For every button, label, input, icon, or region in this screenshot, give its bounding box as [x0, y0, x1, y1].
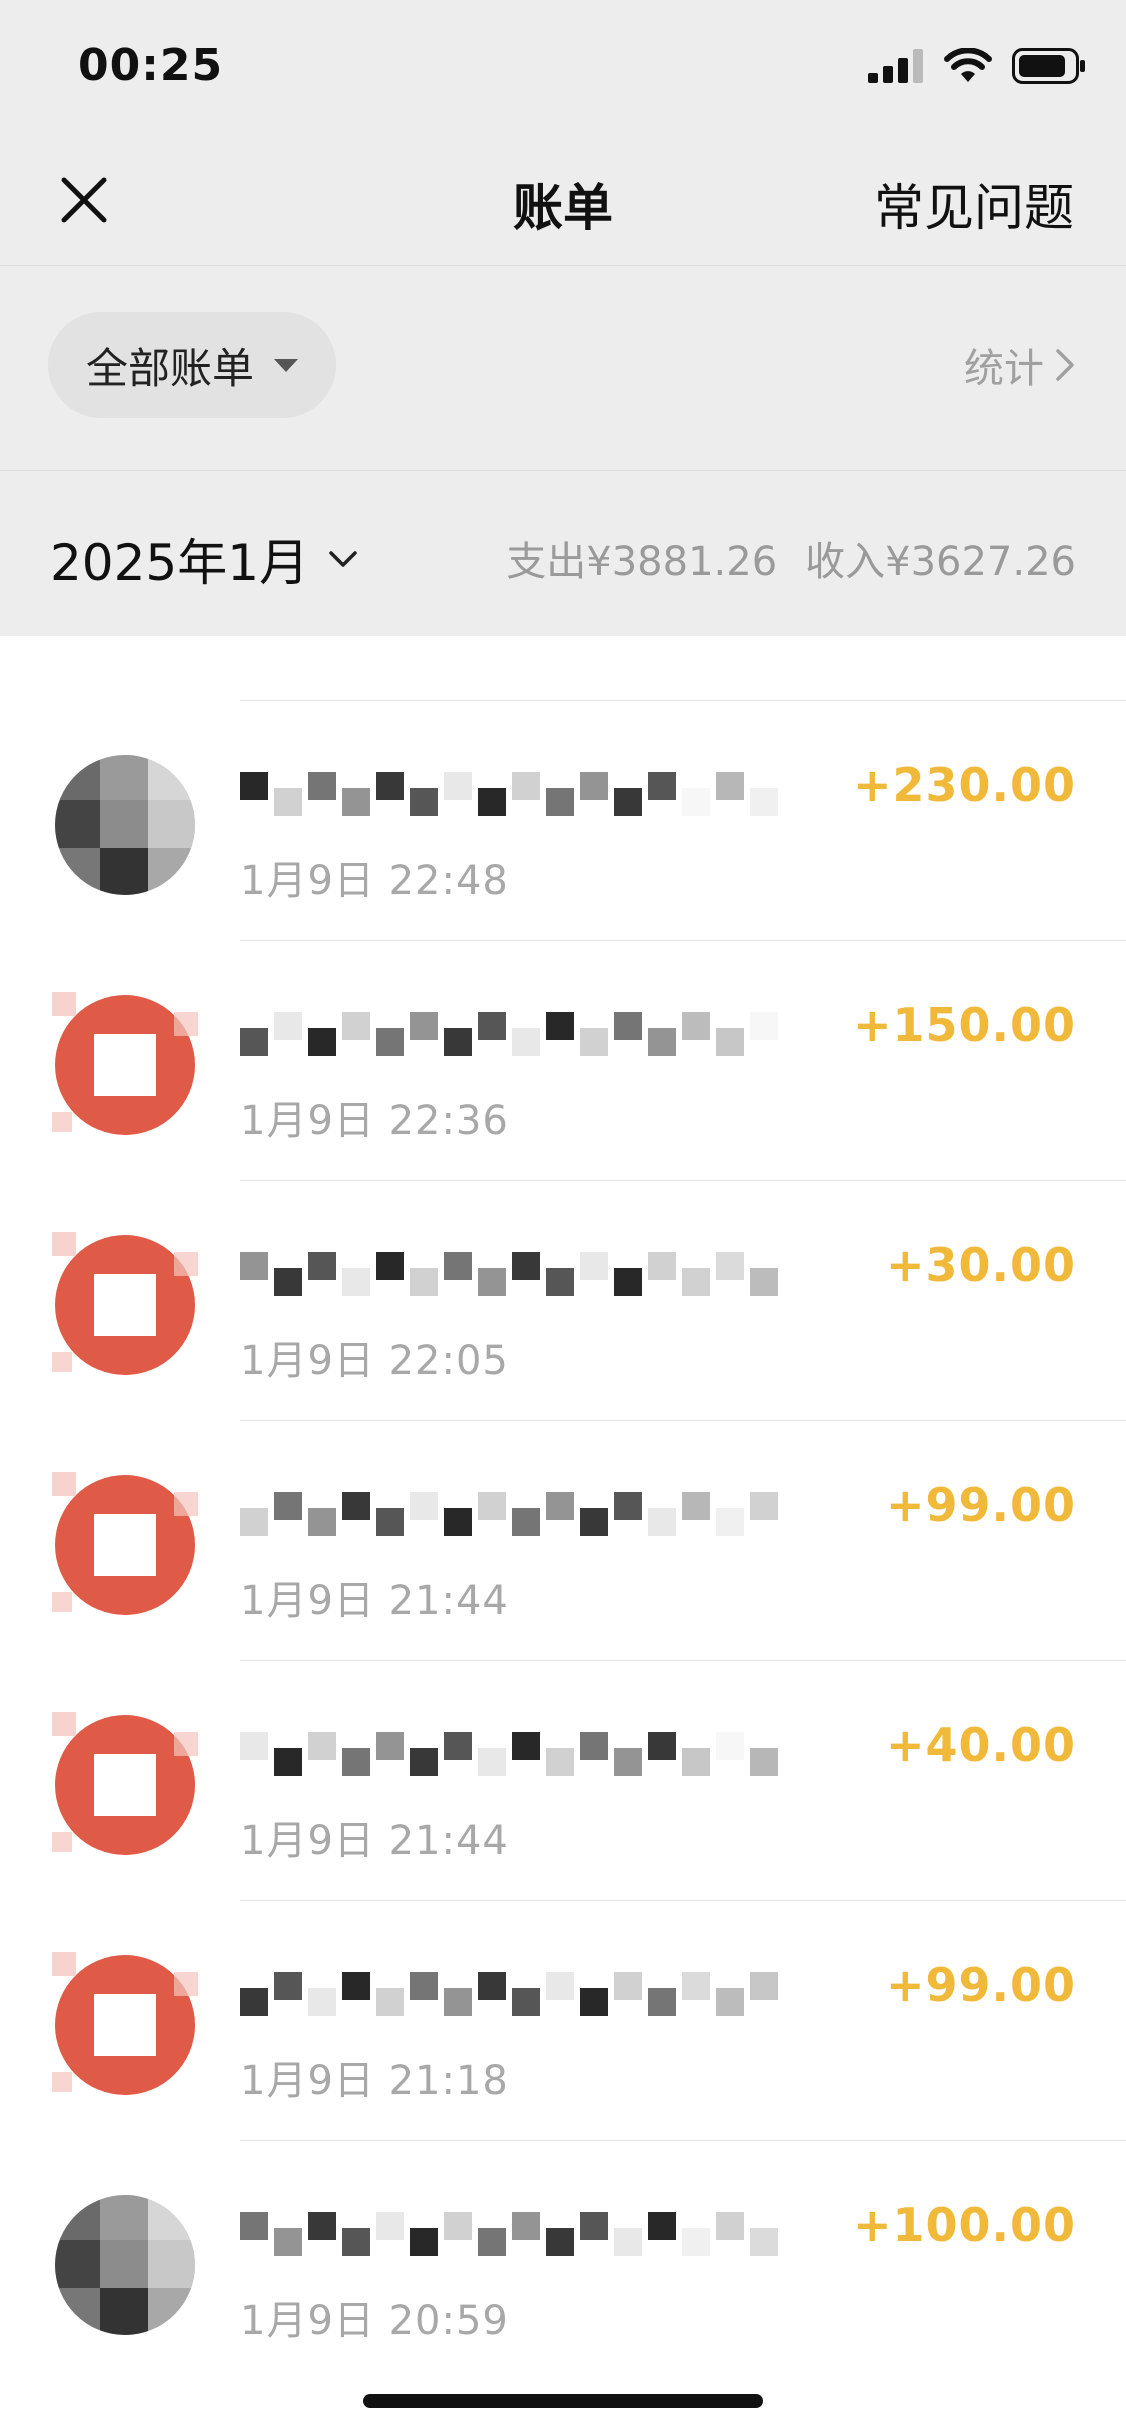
close-icon[interactable]: [52, 168, 116, 232]
row-divider: [240, 1900, 1126, 1901]
row-divider: [240, 1180, 1126, 1181]
redacted-name: [240, 2212, 778, 2256]
status-icons: [868, 48, 1086, 84]
list-item[interactable]: 1月9日 21:18 +99.00: [0, 1900, 1126, 2140]
list-item[interactable]: 1月9日 22:05 +30.00: [0, 1180, 1126, 1420]
row-divider: [240, 1420, 1126, 1421]
list-item[interactable]: 1月9日 22:36 +150.00: [0, 940, 1126, 1180]
redacted-name: [240, 772, 778, 816]
chevron-right-icon: [1056, 349, 1074, 381]
red-packet-avatar: [52, 1952, 198, 2095]
transaction-time: 1月9日 21:44: [240, 1818, 509, 1864]
month-selector[interactable]: 2025年1月: [50, 523, 359, 595]
list-item-partial[interactable]: [0, 636, 1126, 696]
stats-link-label: 统计: [964, 346, 1044, 392]
bill-screen: 00:25 账单 常见问题 全部账单 统计 2025年1月 支出¥3881.26…: [0, 0, 1126, 2436]
avatar: [55, 2195, 195, 2335]
transaction-amount: +230.00: [852, 758, 1076, 812]
month-label: 2025年1月: [50, 534, 310, 592]
red-packet-avatar: [52, 992, 198, 1135]
caret-down-icon: [274, 358, 299, 372]
faq-link[interactable]: 常见问题: [874, 168, 1074, 240]
status-bar: 00:25: [0, 0, 1126, 130]
bill-type-filter[interactable]: 全部账单: [48, 312, 337, 418]
transaction-amount: +99.00: [885, 1958, 1076, 2012]
transaction-amount: +150.00: [852, 998, 1076, 1052]
month-summary: 支出¥3881.26 收入¥3627.26: [506, 529, 1076, 587]
bill-type-filter-label: 全部账单: [86, 343, 255, 393]
transaction-amount: +30.00: [885, 1238, 1076, 1292]
row-divider: [240, 1660, 1126, 1661]
row-divider: [240, 940, 1126, 941]
expense-total: 支出¥3881.26: [506, 539, 778, 585]
battery-icon: [1012, 48, 1085, 84]
wifi-icon: [944, 48, 992, 82]
transaction-time: 1月9日 22:05: [240, 1338, 509, 1384]
month-header: 2025年1月 支出¥3881.26 收入¥3627.26: [0, 471, 1126, 636]
list-item[interactable]: 1月9日 20:59 +100.00: [0, 2140, 1126, 2380]
redacted-name: [240, 1012, 778, 1056]
list-item[interactable]: 1月9日 22:48 +230.00: [0, 700, 1126, 940]
row-divider: [240, 2140, 1126, 2141]
redacted-name: [240, 1492, 778, 1536]
transaction-time: 1月9日 21:18: [240, 2058, 509, 2104]
cellular-signal-icon: [868, 49, 923, 83]
row-divider: [240, 700, 1126, 701]
filter-row: 全部账单 统计: [0, 266, 1126, 471]
list-item[interactable]: 1月9日 21:44 +99.00: [0, 1420, 1126, 1660]
transaction-time: 1月9日 22:36: [240, 1098, 509, 1144]
transaction-amount: +99.00: [885, 1478, 1076, 1532]
redacted-name: [240, 1972, 778, 2016]
list-item[interactable]: 1月9日 21:44 +40.00: [0, 1660, 1126, 1900]
red-packet-avatar: [52, 1232, 198, 1375]
transaction-amount: +100.00: [852, 2198, 1076, 2252]
income-total: 收入¥3627.26: [805, 539, 1076, 585]
page-title: 账单: [513, 179, 613, 237]
stats-link[interactable]: 统计: [964, 336, 1076, 394]
nav-bar: 账单 常见问题: [0, 130, 1126, 266]
transaction-time: 1月9日 20:59: [240, 2298, 509, 2344]
redacted-name: [240, 1732, 778, 1776]
home-indicator: [363, 2394, 763, 2408]
chevron-down-icon: [329, 551, 357, 567]
transaction-time: 1月9日 22:48: [240, 858, 509, 904]
status-time: 00:25: [78, 40, 224, 91]
transaction-amount: +40.00: [885, 1718, 1076, 1772]
redacted-name: [240, 1252, 778, 1296]
transaction-time: 1月9日 21:44: [240, 1578, 509, 1624]
red-packet-avatar: [52, 1712, 198, 1855]
transaction-list[interactable]: 1月9日 22:48 +230.00 1月9日 22:36 +150.00 1月9日 2…: [0, 636, 1126, 2436]
avatar: [55, 755, 195, 895]
red-packet-avatar: [52, 1472, 198, 1615]
